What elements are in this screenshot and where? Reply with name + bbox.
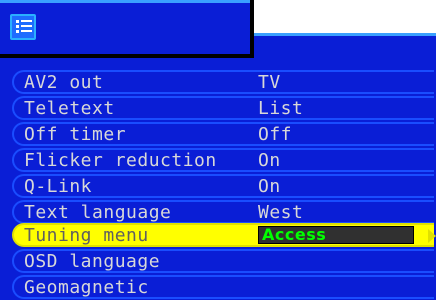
menu-item-value: TV: [258, 72, 281, 93]
menu-item-value: List: [258, 98, 304, 119]
menu-list-icon: [10, 14, 36, 40]
menu-item-label: AV2 out: [24, 72, 104, 93]
menu-item-flicker-reduction[interactable]: Flicker reduction On: [12, 148, 434, 172]
menu-item-q-link[interactable]: Q-Link On: [12, 174, 434, 198]
selection-arrow-icon: [428, 229, 436, 243]
menu-item-text-language[interactable]: Text language West: [12, 200, 434, 224]
menu-item-value: On: [258, 150, 281, 171]
menu-item-label: Flicker reduction: [24, 150, 217, 171]
menu-item-av2-out[interactable]: AV2 out TV: [12, 70, 434, 94]
menu-item-value: West: [258, 202, 304, 223]
menu-item-label: Q-Link: [24, 176, 93, 197]
header-accent-line: [254, 33, 436, 36]
menu-item-value: Off: [258, 124, 293, 145]
menu-item-label: OSD language: [24, 251, 161, 272]
menu-item-label: Tuning menu: [24, 225, 149, 246]
menu-item-geomagnetic[interactable]: Geomagnetic: [12, 275, 434, 299]
menu-item-label: Teletext: [24, 98, 115, 119]
menu-item-label: Geomagnetic: [24, 277, 149, 298]
menu-item-value: Access: [262, 225, 327, 244]
menu-header-tab: [0, 0, 254, 58]
menu-item-label: Text language: [24, 202, 172, 223]
menu-item-tuning-menu[interactable]: Tuning menu Access: [12, 223, 436, 247]
access-value-box: Access: [258, 226, 414, 244]
menu-item-value: On: [258, 176, 281, 197]
menu-item-osd-language[interactable]: OSD language: [12, 249, 434, 273]
menu-item-teletext[interactable]: Teletext List: [12, 96, 434, 120]
menu-item-label: Off timer: [24, 124, 127, 145]
menu-item-off-timer[interactable]: Off timer Off: [12, 122, 434, 146]
